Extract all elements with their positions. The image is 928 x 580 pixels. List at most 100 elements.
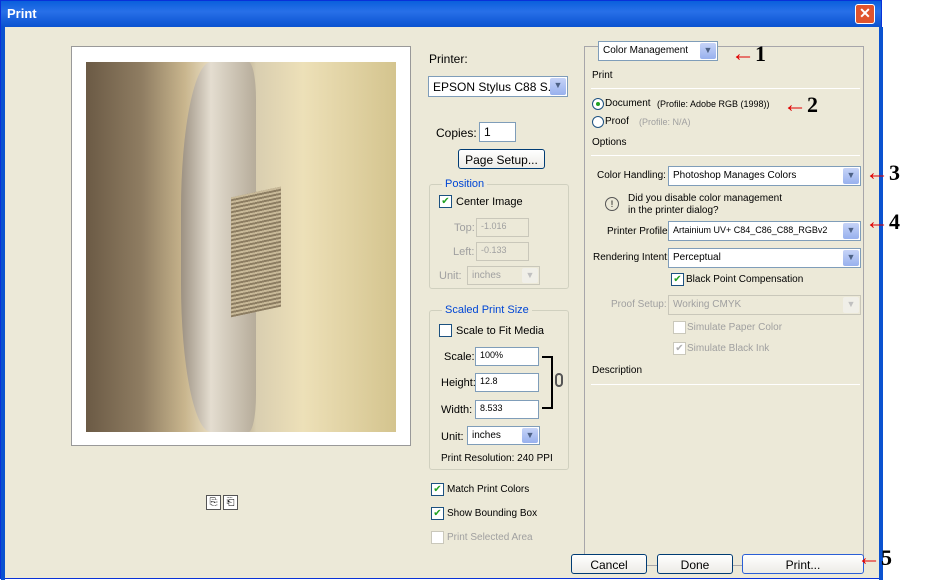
copies-input[interactable]: 1	[479, 122, 516, 142]
description-heading: Description	[592, 365, 643, 376]
warning-text-2: in the printer dialog?	[628, 205, 719, 216]
window-title: Print	[7, 6, 37, 21]
divider	[591, 88, 860, 89]
show-bounding-box-checkbox[interactable]: ✔	[431, 507, 444, 520]
divider	[591, 384, 860, 385]
simulate-black-ink-label: Simulate Black Ink	[687, 343, 770, 354]
page-setup-button[interactable]: Page Setup...	[458, 149, 545, 169]
document-profile: (Profile: Adobe RGB (1998))	[657, 99, 770, 109]
annotation-arrow-icon: ←	[857, 545, 881, 571]
position-unit-label: Unit:	[439, 270, 462, 282]
rendering-intent-label: Rendering Intent:	[593, 252, 670, 263]
copies-label: Copies:	[436, 126, 477, 140]
rendering-intent-value: Perceptual	[673, 252, 721, 263]
link-icon[interactable]	[555, 373, 563, 387]
match-print-colors-checkbox[interactable]: ✔	[431, 483, 444, 496]
annotation-1-number: 1	[755, 41, 766, 66]
document-label: Document	[605, 98, 651, 109]
scaled-print-size-title: Scaled Print Size	[442, 304, 532, 316]
print-selected-area-label: Print Selected Area	[447, 532, 533, 543]
annotation-arrow-icon: ←	[783, 92, 807, 118]
left-input[interactable]: -0.133	[476, 242, 529, 261]
height-label: Height:	[441, 377, 476, 389]
scaled-unit-value: inches	[472, 430, 501, 441]
constrain-bracket	[542, 356, 553, 409]
annotation-arrow-icon: ←	[865, 209, 889, 235]
annotation-2: ←2	[783, 92, 818, 119]
annotation-1: ←1	[731, 41, 766, 68]
window-border-right	[879, 27, 883, 580]
proof-setup-label: Proof Setup:	[611, 299, 667, 310]
printer-profile-value: Artainium UV+ C84_C86_C88_RGBv2	[673, 225, 828, 235]
preview-image	[86, 62, 396, 432]
top-label: Top:	[454, 222, 475, 234]
black-point-compensation-label: Black Point Compensation	[686, 274, 804, 285]
annotation-arrow-icon: ←	[731, 41, 755, 67]
color-handling-select[interactable]: Photoshop Manages Colors ▼	[668, 166, 861, 186]
scale-to-fit-label: Scale to Fit Media	[456, 325, 545, 337]
annotation-5-number: 5	[881, 545, 892, 570]
print-button[interactable]: Print...	[742, 554, 864, 574]
divider	[591, 155, 860, 156]
warning-text-1: Did you disable color management	[628, 193, 782, 204]
preview-image-tab	[231, 186, 281, 318]
chevron-down-icon: ▼	[843, 223, 859, 239]
width-label: Width:	[441, 404, 473, 416]
printer-profile-label: Printer Profile:	[607, 226, 671, 237]
warning-icon: !	[605, 197, 619, 211]
print-dialog: Print ✕ ⎘ ⎗ Printer: EPSON Stylus C88 S.…	[0, 0, 883, 580]
top-input[interactable]: -1.016	[476, 218, 529, 237]
printer-profile-select[interactable]: Artainium UV+ C84_C86_C88_RGBv2 ▼	[668, 221, 861, 241]
proof-profile: (Profile: N/A)	[639, 117, 691, 127]
chevron-down-icon: ▼	[843, 168, 859, 184]
height-input[interactable]: 12.8	[475, 373, 539, 392]
chevron-down-icon: ▼	[700, 43, 716, 59]
position-unit-select[interactable]: inches ▼	[467, 266, 540, 285]
position-unit-value: inches	[472, 270, 501, 281]
document-radio[interactable]	[592, 98, 604, 110]
simulate-black-ink-checkbox[interactable]: ✔	[673, 342, 686, 355]
scale-input[interactable]: 100%	[475, 347, 539, 366]
scale-to-fit-checkbox[interactable]	[439, 324, 452, 337]
simulate-paper-color-label: Simulate Paper Color	[687, 322, 783, 333]
annotation-4-number: 4	[889, 209, 900, 234]
close-icon: ✕	[859, 5, 871, 21]
scaled-unit-label: Unit:	[441, 431, 464, 443]
annotation-4: ←4	[865, 209, 900, 236]
proof-setup-value: Working CMYK	[673, 299, 742, 310]
print-preview[interactable]	[71, 46, 411, 446]
options-heading: Options	[592, 137, 627, 148]
title-bar: Print	[1, 1, 881, 27]
chevron-down-icon: ▼	[522, 428, 538, 443]
window-border-left	[1, 27, 5, 580]
color-mode-select[interactable]: Color Management ▼	[598, 41, 718, 61]
landscape-orientation-icon[interactable]: ⎗	[223, 495, 238, 510]
center-image-label: Center Image	[456, 196, 523, 208]
portrait-orientation-icon[interactable]: ⎘	[206, 495, 221, 510]
proof-radio[interactable]	[592, 116, 604, 128]
printer-label: Printer:	[429, 52, 468, 66]
done-button[interactable]: Done	[657, 554, 733, 574]
annotation-5: ←5	[857, 545, 892, 572]
annotation-arrow-icon: ←	[865, 160, 889, 186]
print-selected-area-checkbox[interactable]	[431, 531, 444, 544]
annotation-3: ←3	[865, 160, 900, 187]
simulate-paper-color-checkbox[interactable]	[673, 321, 686, 334]
scaled-unit-select[interactable]: inches ▼	[467, 426, 540, 445]
center-image-checkbox[interactable]: ✔	[439, 195, 452, 208]
chevron-down-icon: ▼	[843, 297, 859, 313]
black-point-compensation-checkbox[interactable]: ✔	[671, 273, 684, 286]
chevron-down-icon: ▼	[843, 250, 859, 266]
print-heading: Print	[592, 70, 613, 81]
printer-select[interactable]: EPSON Stylus C88 S... ▼	[428, 76, 568, 97]
chevron-down-icon: ▼	[522, 268, 538, 283]
proof-label: Proof	[605, 116, 629, 127]
close-button[interactable]: ✕	[855, 4, 875, 24]
proof-setup-select[interactable]: Working CMYK ▼	[668, 295, 861, 315]
annotation-3-number: 3	[889, 160, 900, 185]
width-input[interactable]: 8.533	[475, 400, 539, 419]
left-label: Left:	[453, 246, 475, 258]
cancel-button[interactable]: Cancel	[571, 554, 647, 574]
rendering-intent-select[interactable]: Perceptual ▼	[668, 248, 861, 268]
position-title: Position	[442, 178, 488, 190]
